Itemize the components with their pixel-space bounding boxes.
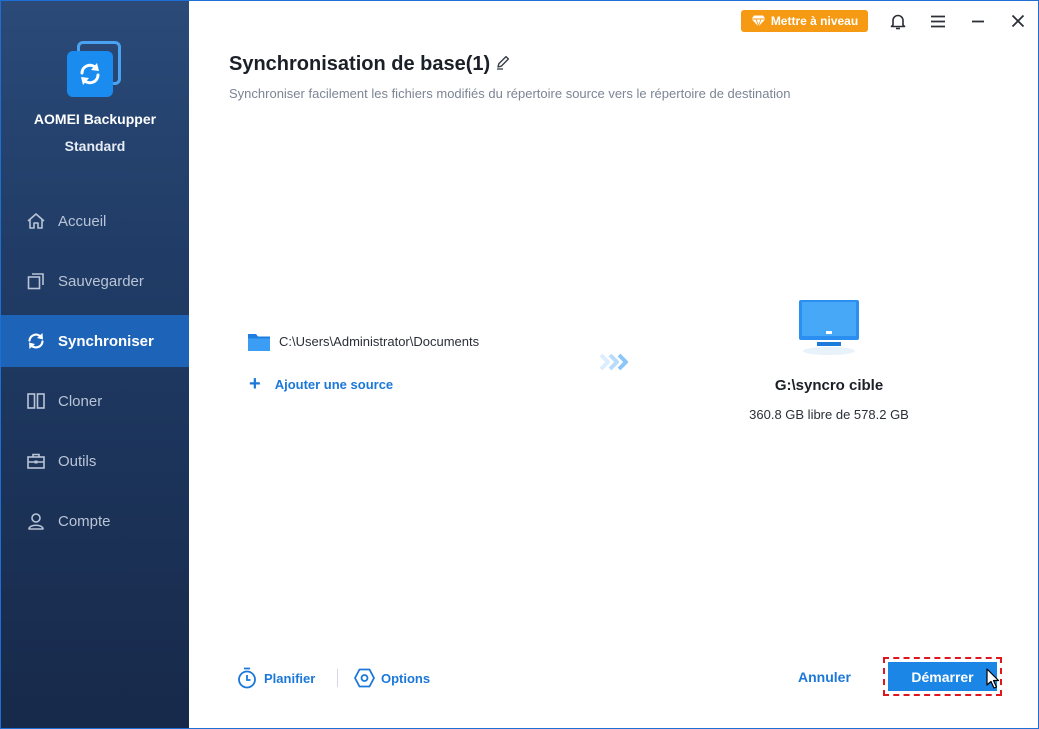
sidebar-item-accueil[interactable]: Accueil	[1, 195, 189, 247]
sidebar-item-label: Outils	[58, 452, 97, 470]
folder-icon	[247, 331, 271, 352]
sidebar-item-label: Accueil	[58, 212, 107, 230]
app-edition: Standard	[64, 138, 126, 154]
minimize-icon[interactable]	[968, 11, 988, 31]
sidebar-item-synchroniser[interactable]: Synchroniser	[1, 315, 189, 367]
options-button[interactable]: Options	[353, 667, 430, 689]
start-button[interactable]: Démarrer	[888, 662, 997, 691]
sidebar-item-outils[interactable]: Outils	[1, 435, 189, 487]
upgrade-button[interactable]: Mettre à niveau	[741, 10, 868, 32]
upgrade-label: Mettre à niveau	[770, 14, 859, 28]
page-subtitle: Synchroniser facilement les fichiers mod…	[229, 86, 791, 101]
options-label: Options	[381, 670, 431, 686]
sidebar-item-sauvegarder[interactable]: Sauvegarder	[1, 255, 189, 307]
sidebar-item-label: Cloner	[58, 392, 103, 410]
options-hex-icon	[353, 667, 375, 689]
source-item[interactable]: C:\Users\Administrator\Documents	[247, 331, 479, 352]
sync-icon	[25, 330, 47, 352]
home-icon	[25, 210, 47, 232]
sync-logo-icon	[65, 39, 125, 99]
destination-monitor-icon[interactable]	[796, 297, 862, 357]
close-icon[interactable]	[1008, 11, 1028, 31]
destination-name: G:\syncro cible	[774, 377, 884, 394]
bell-icon[interactable]	[888, 11, 908, 31]
backup-icon	[25, 270, 47, 292]
sidebar-item-label: Compte	[58, 512, 111, 530]
app-name: AOMEI Backupper	[33, 111, 157, 127]
plus-icon: +	[249, 373, 261, 395]
sidebar-item-compte[interactable]: Compte	[1, 495, 189, 547]
user-icon	[25, 510, 47, 532]
sidebar: AOMEI Backupper Standard Accueil Sauvega…	[1, 1, 189, 728]
clone-icon	[25, 390, 47, 412]
cancel-button[interactable]: Annuler	[798, 669, 851, 685]
destination-space: 360.8 GB libre de 578.2 GB	[749, 407, 909, 422]
menu-icon[interactable]	[928, 11, 948, 31]
page-title: Synchronisation de base(1)	[229, 53, 491, 75]
toolbox-icon	[25, 450, 47, 472]
timer-icon	[236, 667, 258, 689]
add-source-label: Ajouter une source	[274, 376, 394, 392]
add-source-button[interactable]: + Ajouter une source	[249, 374, 393, 394]
sidebar-item-label: Synchroniser	[58, 332, 154, 350]
schedule-button[interactable]: Planifier	[236, 667, 315, 689]
app-window: AOMEI Backupper Standard Accueil Sauvega…	[0, 0, 1039, 729]
sidebar-item-cloner[interactable]: Cloner	[1, 375, 189, 427]
footer-divider	[337, 669, 338, 687]
edit-icon[interactable]	[495, 54, 513, 72]
diamond-icon	[751, 15, 766, 27]
sidebar-item-label: Sauvegarder	[58, 272, 144, 290]
source-path: C:\Users\Administrator\Documents	[279, 334, 480, 349]
schedule-label: Planifier	[264, 670, 316, 686]
direction-arrows-icon	[598, 351, 632, 373]
mouse-cursor-icon	[986, 668, 1000, 690]
